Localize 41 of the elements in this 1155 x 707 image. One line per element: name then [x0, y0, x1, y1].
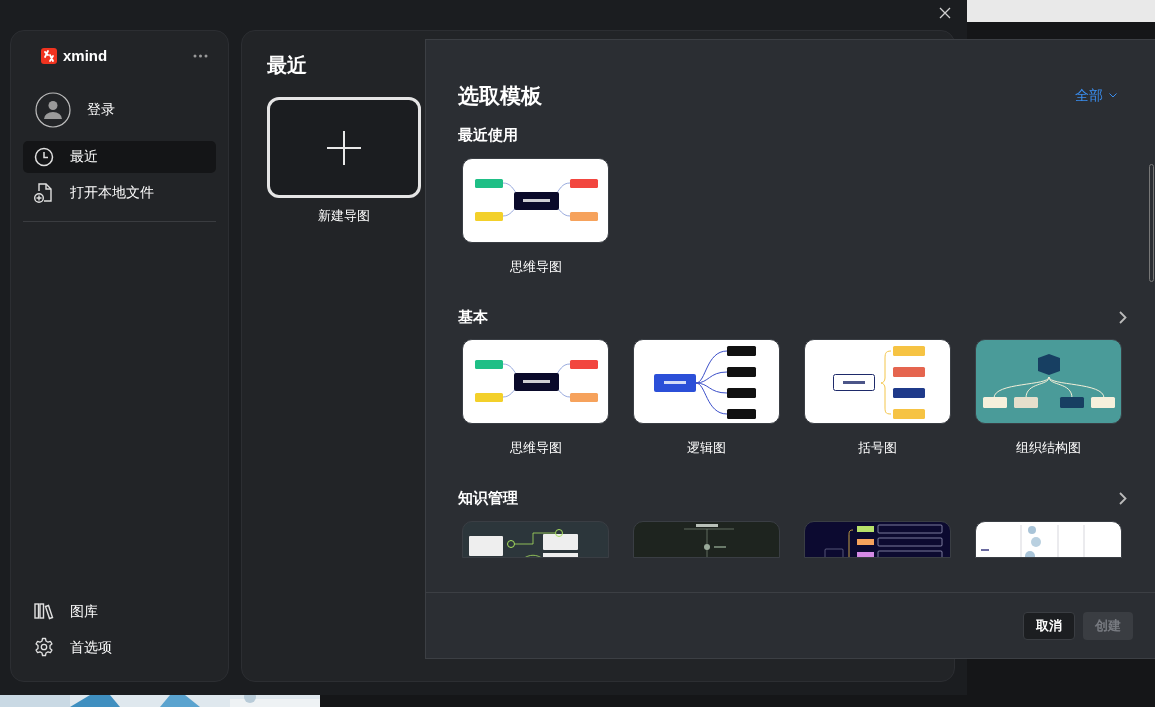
template-label: 组织结构图	[1016, 439, 1081, 457]
template-thumbnail[interactable]	[804, 339, 951, 424]
template-thumbnail[interactable]	[633, 339, 780, 424]
new-map-button[interactable]	[267, 97, 421, 198]
logo-text: xmind	[63, 46, 108, 66]
dialog-button[interactable]: 取消	[1023, 611, 1075, 640]
plus-icon	[326, 129, 362, 166]
settings-icon	[34, 637, 54, 657]
template-thumbnail[interactable]	[462, 520, 609, 558]
new-map-label: 新建导图	[318, 207, 370, 225]
template-thumbnail[interactable]	[975, 520, 1122, 558]
more-icon[interactable]	[193, 54, 208, 59]
sidebar-item[interactable]: 打开本地文件	[23, 176, 216, 209]
sidebar-item[interactable]: 首选项	[23, 631, 216, 663]
template-label: 括号图	[858, 439, 897, 457]
chevron-right-icon[interactable]	[1119, 492, 1127, 505]
section-title: 最近使用	[458, 125, 518, 146]
clock-icon	[34, 146, 54, 167]
dialog-title: 选取模板	[458, 83, 542, 109]
section-title: 基本	[458, 306, 488, 327]
template-label: 思维导图	[509, 257, 562, 276]
avatar-icon[interactable]	[35, 91, 71, 128]
logo-icon	[41, 48, 57, 65]
sidebar-item[interactable]: 图库	[23, 595, 216, 627]
chevron-down-icon	[1109, 93, 1117, 99]
file-add-icon	[34, 181, 54, 204]
template-label: 逻辑图	[687, 439, 726, 457]
template-thumbnail[interactable]	[804, 520, 951, 558]
template-thumbnail[interactable]	[462, 157, 609, 243]
sidebar-item[interactable]: 最近	[23, 140, 216, 173]
template-thumbnail[interactable]	[975, 339, 1122, 424]
books-icon	[34, 602, 54, 620]
chevron-right-icon[interactable]	[1119, 310, 1127, 324]
close-icon	[939, 7, 951, 19]
login-link[interactable]: 登录	[87, 99, 115, 120]
template-thumbnail[interactable]	[633, 520, 780, 558]
template-thumbnail[interactable]	[462, 339, 609, 424]
section-title: 最近	[267, 53, 308, 78]
template-label: 思维导图	[509, 439, 562, 457]
section-title: 知识管理	[458, 488, 518, 509]
filter-dropdown[interactable]: 全部	[1075, 85, 1117, 107]
